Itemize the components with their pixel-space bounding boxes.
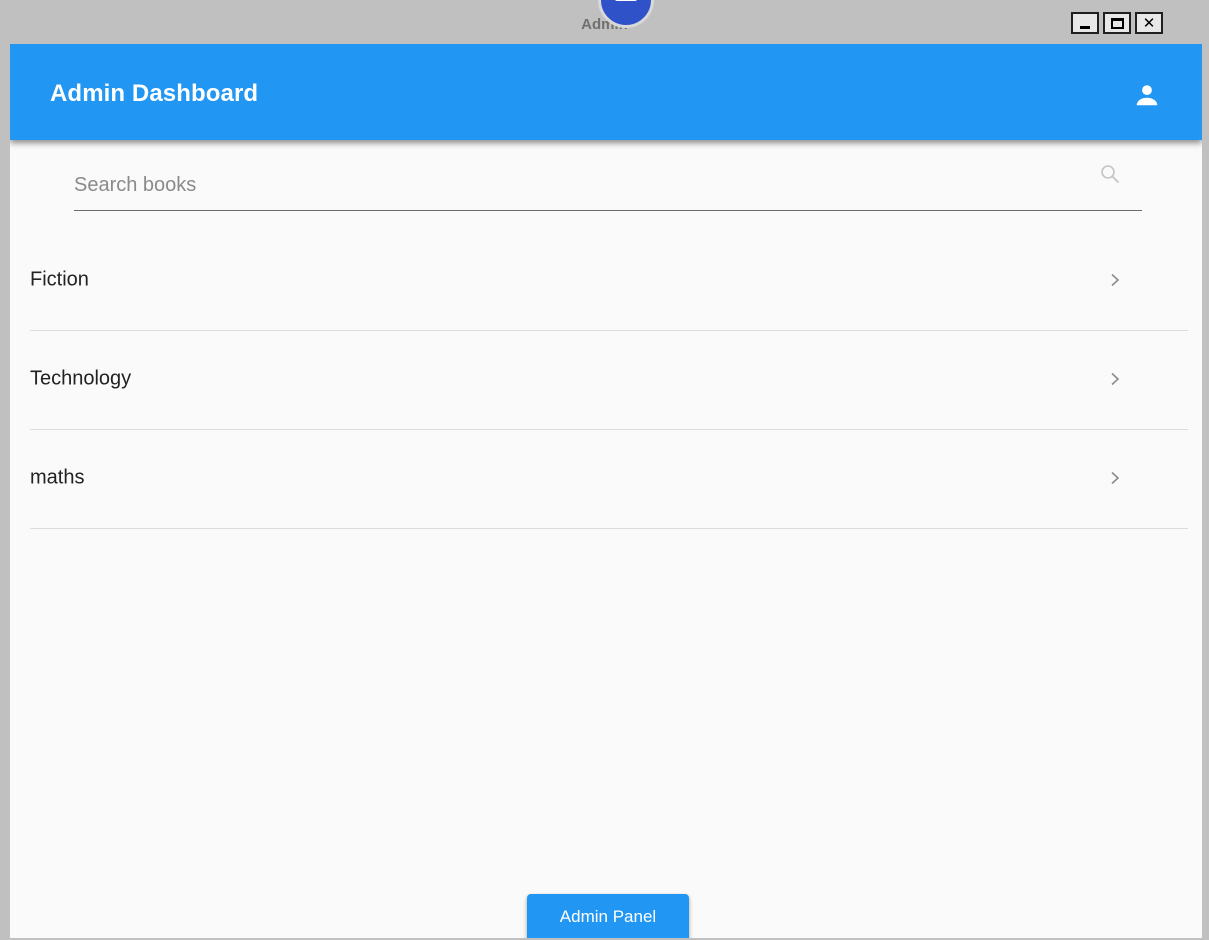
chevron-right-icon [1111,372,1120,386]
account-button[interactable] [1134,82,1160,108]
page-title: Admin Dashboard [50,80,259,107]
list-item-maths[interactable]: maths [30,430,1188,529]
window-titlebar[interactable]: Admin ✕ [0,0,1209,44]
close-icon: ✕ [1142,13,1156,32]
minimize-icon [1080,25,1090,29]
maximize-icon [1110,17,1124,29]
list-item-label: Fiction [30,268,89,291]
app-content: Admin Dashboard Fiction [10,44,1202,938]
chevron-right-icon [1111,471,1120,485]
list-item-label: Technology [30,367,132,390]
list-item-fiction[interactable]: Fiction [30,232,1188,331]
search-input[interactable] [74,168,1074,202]
list-item-technology[interactable]: Technology [30,331,1188,430]
app-bar: Admin Dashboard [10,44,1202,140]
search-bar [74,162,1142,211]
account-icon [1136,85,1158,106]
close-button[interactable]: ✕ [1135,12,1163,34]
minimize-button[interactable] [1071,12,1099,34]
app-window: Admin ✕ Admin Dashboard Search books Fic… [0,0,1209,940]
admin-panel-button[interactable]: Admin Panel [527,894,689,938]
chevron-right-icon [1111,273,1120,287]
list-item-label: maths [30,466,85,489]
search-icon[interactable] [1098,162,1122,186]
category-list: Fiction Technology maths [30,232,1188,529]
maximize-button[interactable] [1103,12,1131,34]
